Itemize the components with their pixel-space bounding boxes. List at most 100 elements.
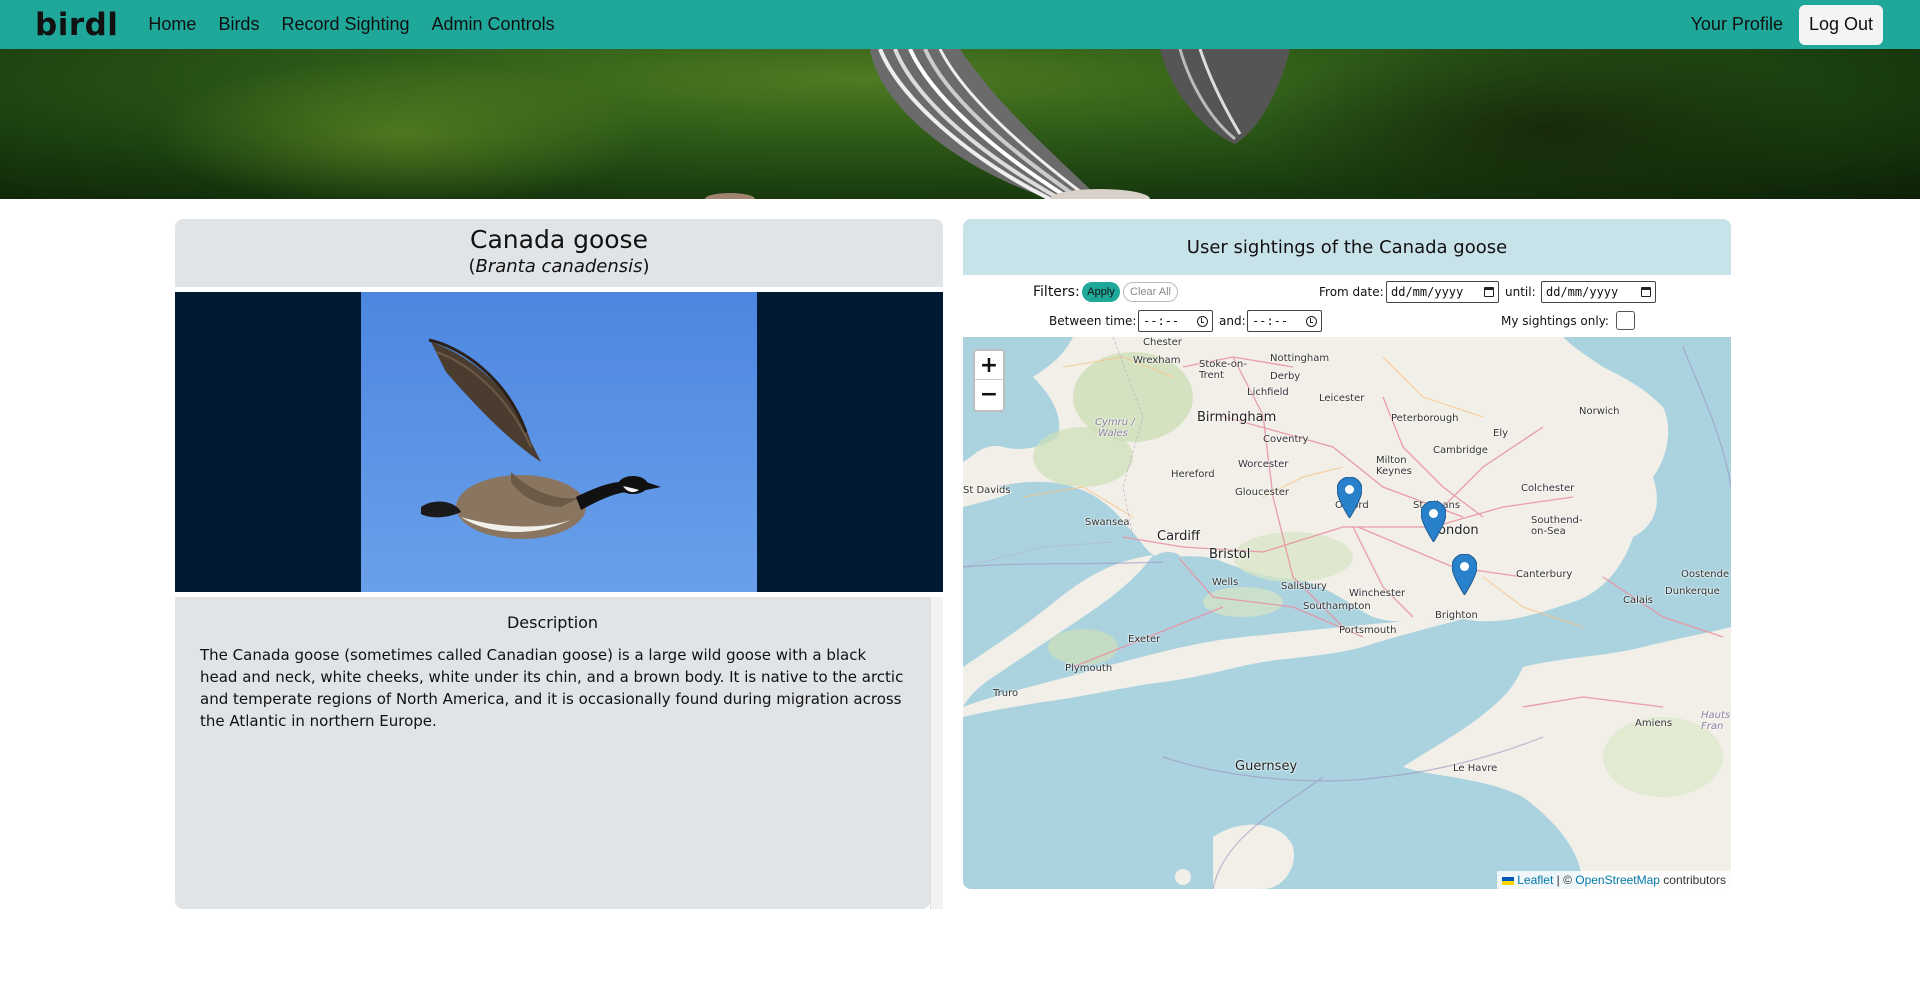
sightings-title: User sightings of the Canada goose: [963, 219, 1731, 275]
map-label-derby: Derby: [1270, 371, 1301, 382]
calendar-icon[interactable]: [1641, 287, 1651, 297]
map-label-guernsey: Guernsey: [1235, 759, 1298, 774]
map-label-coventry: Coventry: [1263, 434, 1309, 445]
from-date-value: dd/mm/yyyy: [1391, 285, 1464, 299]
map-label-chester: Chester: [1143, 337, 1182, 348]
map-label-bristol: Bristol: [1209, 547, 1251, 562]
clock-icon[interactable]: [1197, 315, 1208, 327]
map-attribution: Leaflet | © OpenStreetMap contributors: [1497, 871, 1731, 889]
apply-filters-button[interactable]: Apply: [1082, 282, 1120, 302]
map-label-amiens: Amiens: [1635, 718, 1673, 729]
map-label-dunkerque: Dunkerque: [1665, 586, 1720, 597]
map-label-lichfield: Lichfield: [1247, 387, 1289, 398]
map-label-oostende: Oostende: [1681, 569, 1730, 580]
sighting-marker-pin-icon[interactable]: [1337, 477, 1362, 518]
openstreetmap-link[interactable]: OpenStreetMap: [1575, 873, 1660, 887]
time-to-value: --:--: [1252, 314, 1289, 328]
nav-link-profile[interactable]: Your Profile: [1691, 14, 1783, 35]
ukraine-flag-icon: [1502, 876, 1515, 885]
zoom-control: + −: [973, 349, 1005, 412]
bird-name: Canada goose: [470, 225, 648, 254]
map-label-milton-keynes: Milton Keynes: [1376, 455, 1412, 477]
time-from-input[interactable]: --:--: [1138, 310, 1213, 332]
sighting-marker-pin-icon[interactable]: [1421, 501, 1446, 542]
map-label-gloucester: Gloucester: [1235, 487, 1290, 498]
map-label-leicester: Leicester: [1319, 393, 1365, 404]
hero-banner: [0, 49, 1920, 199]
sightings-panel: User sightings of the Canada goose Filte…: [963, 219, 1731, 889]
map-label-norwich: Norwich: [1579, 406, 1620, 417]
from-date-input[interactable]: dd/mm/yyyy: [1386, 281, 1499, 303]
my-sightings-label: My sightings only:: [1501, 314, 1609, 328]
attribution-separator: | ©: [1553, 873, 1576, 887]
nav-link-record-sighting[interactable]: Record Sighting: [281, 14, 409, 35]
zoom-in-button[interactable]: +: [975, 351, 1003, 380]
zoom-out-button[interactable]: −: [975, 380, 1003, 409]
leaflet-link[interactable]: Leaflet: [1517, 873, 1553, 887]
map-label-exeter: Exeter: [1128, 634, 1161, 645]
map-label-ely: Ely: [1493, 428, 1509, 439]
map-label-nottingham: Nottingham: [1270, 353, 1330, 364]
until-date-value: dd/mm/yyyy: [1546, 285, 1619, 299]
map-label-worcester: Worcester: [1238, 459, 1289, 470]
map-label-swansea: Swansea: [1085, 517, 1130, 528]
between-time-label: Between time:: [1049, 314, 1137, 328]
map-label-cardiff: Cardiff: [1157, 529, 1200, 544]
sighting-marker-pin-icon[interactable]: [1452, 554, 1477, 595]
bird-title-card: Canada goose (Branta canadensis): [175, 219, 943, 287]
map-label-stoke: Stoke-on- Trent: [1199, 359, 1247, 381]
map-label-birmingham: Birmingham: [1197, 410, 1277, 425]
attribution-tail: contributors: [1659, 873, 1726, 887]
map-label-calais: Calais: [1623, 595, 1654, 606]
clear-all-button[interactable]: Clear All: [1123, 282, 1178, 302]
description-text: The Canada goose (sometimes called Canad…: [200, 646, 904, 730]
filters-bar: Filters: Apply Clear All From date: dd/m…: [963, 275, 1731, 337]
nav-link-admin-controls[interactable]: Admin Controls: [432, 14, 555, 35]
calendar-icon[interactable]: [1484, 287, 1494, 297]
map-label-plymouth: Plymouth: [1065, 663, 1113, 674]
navbar: birdl Home Birds Record Sighting Admin C…: [0, 0, 1920, 49]
description-title: Description: [506, 613, 599, 632]
description-card: Description The Canada goose (sometimes …: [175, 597, 930, 909]
map-label-hereford: Hereford: [1171, 469, 1215, 480]
nav-right: Your Profile Log Out: [1691, 4, 1920, 45]
map-label-southampton: Southampton: [1303, 601, 1371, 612]
logout-button[interactable]: Log Out: [1798, 4, 1883, 45]
map-label-salisbury: Salisbury: [1281, 581, 1327, 592]
map-label-wales: Cymru / Wales: [1095, 417, 1135, 439]
map-tiles[interactable]: [963, 337, 1731, 889]
map-label-truro: Truro: [993, 688, 1019, 699]
map-label-wrexham: Wrexham: [1133, 355, 1181, 366]
bird-image-frame: [175, 292, 943, 592]
until-label: until:: [1505, 285, 1536, 299]
nav-link-birds[interactable]: Birds: [218, 14, 259, 35]
map-label-portsmouth: Portsmouth: [1339, 625, 1397, 636]
nav-link-home[interactable]: Home: [148, 14, 196, 35]
and-label: and:: [1219, 314, 1246, 328]
sightings-map[interactable]: Chester Wrexham Stoke-on- Trent Nottingha…: [963, 337, 1731, 889]
map-label-winchester: Winchester: [1349, 588, 1406, 599]
brand-logo[interactable]: birdl: [35, 7, 118, 43]
bird-latin-name: (Branta canadensis): [468, 256, 650, 277]
filters-label: Filters:: [1033, 284, 1080, 300]
map-label-st-davids: St Davids: [963, 485, 1011, 496]
map-label-colchester: Colchester: [1521, 483, 1575, 494]
bird-photo: [361, 292, 757, 592]
time-to-input[interactable]: --:--: [1247, 310, 1322, 332]
my-sightings-checkbox[interactable]: [1616, 311, 1635, 330]
bird-latin-text: Branta canadensis: [475, 256, 643, 277]
until-date-input[interactable]: dd/mm/yyyy: [1541, 281, 1656, 303]
map-label-cambridge: Cambridge: [1433, 445, 1488, 456]
map-label-canterbury: Canterbury: [1516, 569, 1573, 580]
from-date-label: From date:: [1319, 285, 1384, 299]
bird-info-panel: Canada goose (Branta canadensis) Descrip…: [175, 219, 943, 909]
map-label-hauts-de-france: Hauts Fran: [1701, 710, 1731, 732]
map-label-southend: Southend-on-Sea: [1531, 515, 1583, 537]
time-from-value: --:--: [1143, 314, 1180, 328]
description-scrollbar[interactable]: [930, 597, 943, 909]
map-label-le-havre: Le Havre: [1453, 763, 1498, 774]
clock-icon[interactable]: [1306, 315, 1317, 327]
canada-goose-image: [421, 338, 661, 539]
map-label-brighton: Brighton: [1435, 610, 1478, 621]
map-label-peterborough: Peterborough: [1391, 413, 1459, 424]
